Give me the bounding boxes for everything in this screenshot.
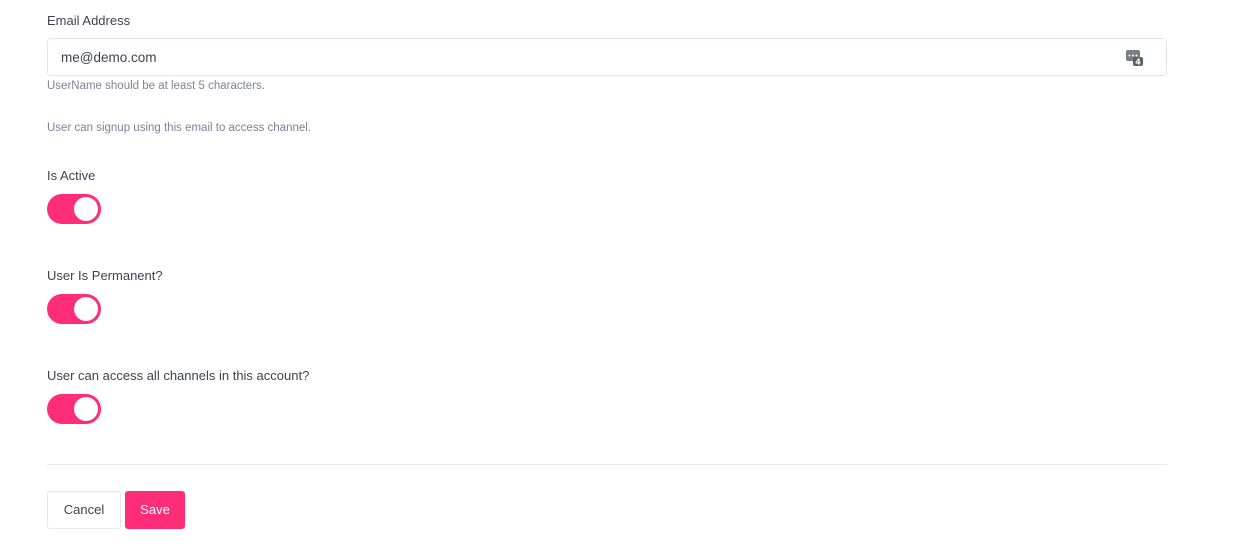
save-button[interactable]: Save: [125, 491, 185, 529]
email-input[interactable]: [61, 39, 1121, 75]
divider: [47, 464, 1167, 465]
all-channels-label: User can access all channels in this acc…: [47, 368, 310, 383]
is-active-label: Is Active: [47, 168, 96, 183]
email-help-username: UserName should be at least 5 characters…: [47, 80, 265, 92]
is-permanent-label: User Is Permanent?: [47, 268, 163, 283]
cancel-button[interactable]: Cancel: [47, 491, 121, 529]
email-help-signup: User can signup using this email to acce…: [47, 122, 312, 134]
is-permanent-toggle[interactable]: [47, 294, 101, 324]
email-label: Email Address: [47, 13, 131, 28]
password-manager-badge: 4: [1135, 58, 1141, 67]
toggle-knob: [74, 197, 98, 221]
is-active-toggle[interactable]: [47, 194, 101, 224]
email-field-wrapper[interactable]: 4: [47, 38, 1167, 76]
all-channels-toggle[interactable]: [47, 394, 101, 424]
toggle-knob: [74, 297, 98, 321]
password-manager-icon[interactable]: 4: [1126, 49, 1144, 67]
toggle-knob: [74, 397, 98, 421]
